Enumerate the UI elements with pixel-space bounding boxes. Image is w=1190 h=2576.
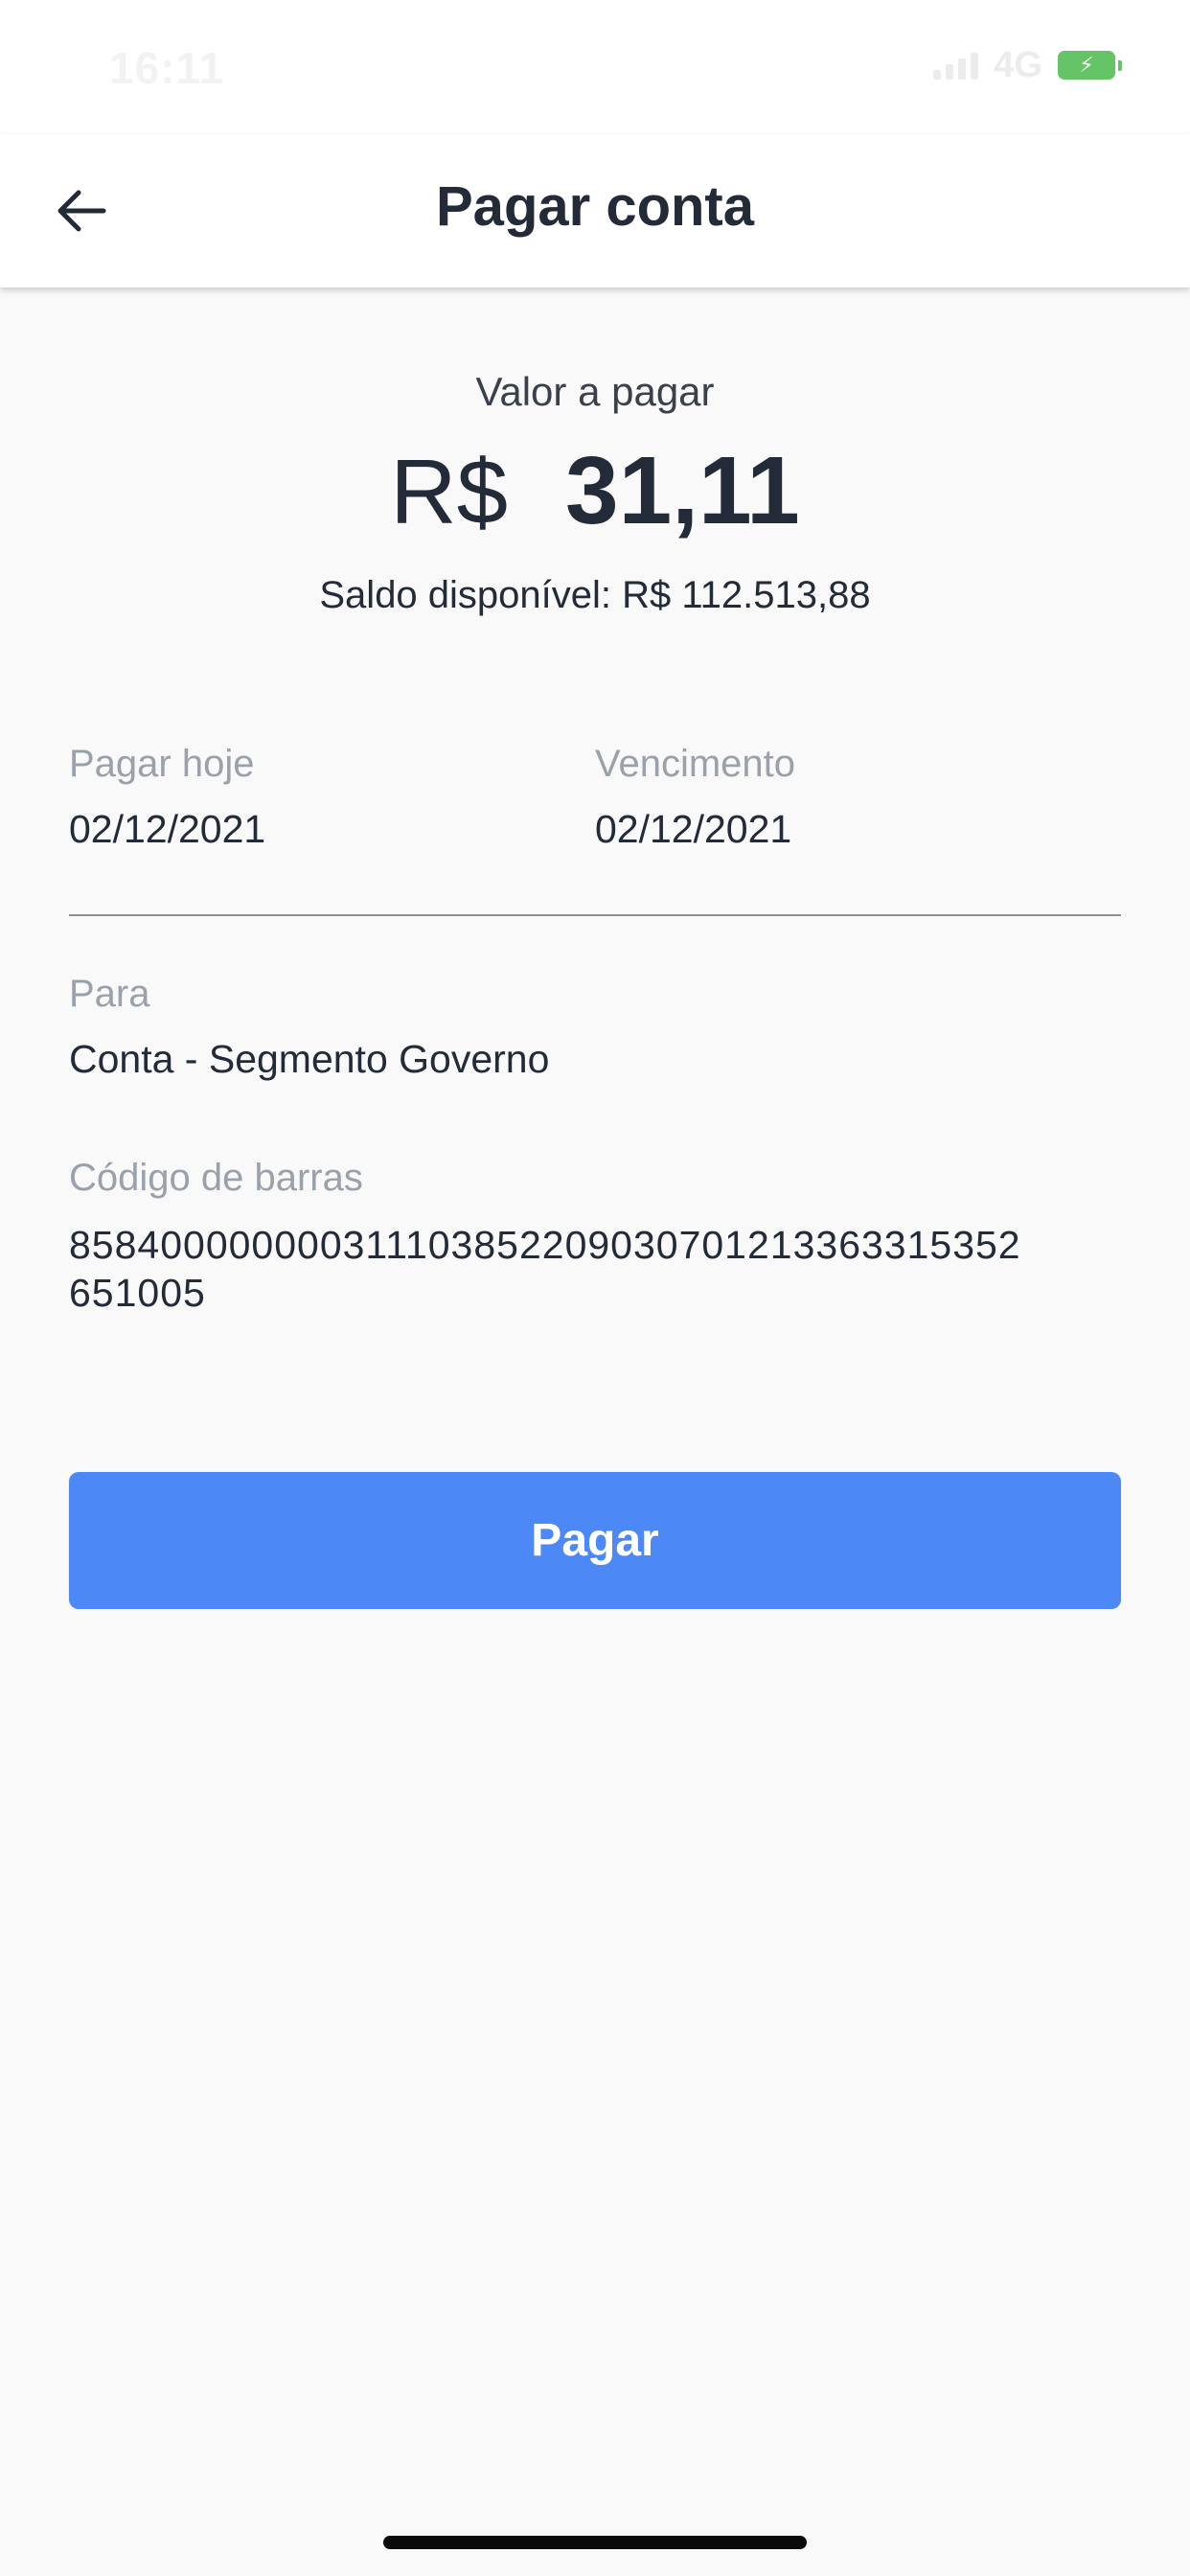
- pay-button[interactable]: Pagar: [69, 1472, 1121, 1609]
- barcode-label: Código de barras: [69, 1157, 363, 1199]
- amount-section: Valor a pagar R$ 31,11 Saldo disponível:…: [0, 369, 1190, 617]
- amount-display: R$ 31,11: [0, 436, 1190, 544]
- recipient-field: Para Conta - Segmento Governo: [69, 973, 1121, 1082]
- due-date-field: Vencimento 02/12/2021: [595, 743, 1121, 852]
- barcode-line-1: 8584000000003111038522090307012133633153…: [69, 1223, 1021, 1267]
- signal-icon: [933, 51, 979, 80]
- due-date-value: 02/12/2021: [595, 807, 792, 851]
- status-indicators: 4G ⚡: [933, 44, 1122, 85]
- status-bar: 16:11 4G ⚡: [0, 0, 1190, 134]
- app-header: Pagar conta: [0, 134, 1190, 288]
- due-date-label: Vencimento: [595, 743, 796, 785]
- amount-value: 31,11: [564, 437, 800, 544]
- battery-charging-icon: ⚡: [1058, 51, 1122, 80]
- recipient-value: Conta - Segmento Governo: [69, 1037, 550, 1081]
- amount-label: Valor a pagar: [475, 369, 715, 414]
- pay-today-field: Pagar hoje 02/12/2021: [69, 743, 595, 852]
- available-balance: Saldo disponível: R$ 112.513,88: [319, 574, 871, 616]
- pay-today-label: Pagar hoje: [69, 743, 255, 785]
- network-type: 4G: [994, 44, 1042, 85]
- pay-today-value: 02/12/2021: [69, 807, 266, 851]
- barcode-line-2: 651005: [69, 1271, 206, 1315]
- bolt-icon: ⚡: [1079, 53, 1094, 77]
- barcode-field: Código de barras 85840000000031110385220…: [69, 1157, 1121, 1317]
- home-indicator[interactable]: [383, 2536, 807, 2549]
- date-row: Pagar hoje 02/12/2021 Vencimento 02/12/2…: [69, 743, 1121, 852]
- status-time: 16:11: [109, 43, 225, 93]
- page-title: Pagar conta: [436, 175, 754, 238]
- divider: [69, 914, 1121, 916]
- payment-screen: 16:11 4G ⚡ Pagar conta Valor a pagar R$ …: [0, 0, 1190, 2576]
- recipient-label: Para: [69, 973, 150, 1015]
- currency-symbol: R$: [390, 441, 508, 543]
- barcode-value: 8584000000003111038522090307012133633153…: [69, 1221, 1121, 1317]
